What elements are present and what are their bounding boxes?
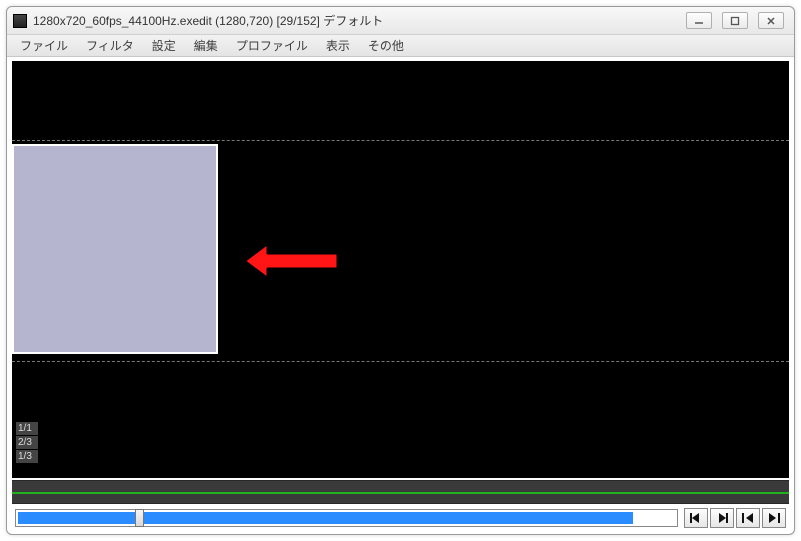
jump-start-icon [741, 512, 755, 524]
layer-indicators: 1/1 2/3 1/3 [16, 422, 38, 464]
minimize-icon [694, 16, 704, 26]
guide-line-bottom [12, 361, 789, 362]
step-forward-button[interactable] [710, 508, 734, 528]
seekbar[interactable] [15, 509, 678, 527]
preview-object-square [12, 144, 218, 354]
menu-view[interactable]: 表示 [319, 35, 357, 56]
maximize-icon [730, 16, 740, 26]
jump-start-button[interactable] [736, 508, 760, 528]
timeline-bar[interactable] [12, 480, 789, 504]
seek-fill [18, 512, 633, 524]
indicator-3: 1/3 [16, 450, 38, 464]
indicator-2: 2/3 [16, 436, 38, 450]
step-forward-icon [715, 512, 729, 524]
menu-filter[interactable]: フィルタ [79, 35, 141, 56]
jump-end-button[interactable] [762, 508, 786, 528]
preview-viewport[interactable]: 1/1 2/3 1/3 [12, 61, 789, 478]
app-window: 1280x720_60fps_44100Hz.exedit (1280,720)… [6, 6, 795, 535]
menu-edit[interactable]: 編集 [187, 35, 225, 56]
titlebar: 1280x720_60fps_44100Hz.exedit (1280,720)… [7, 7, 794, 35]
step-back-icon [689, 512, 703, 524]
close-icon [766, 16, 776, 26]
playback-buttons [684, 508, 786, 528]
indicator-1: 1/1 [16, 422, 38, 436]
window-title: 1280x720_60fps_44100Hz.exedit (1280,720)… [33, 12, 686, 29]
menu-setting[interactable]: 設定 [145, 35, 183, 56]
seek-handle[interactable] [135, 509, 144, 527]
window-controls [686, 12, 784, 29]
menubar: ファイル フィルタ 設定 編集 プロファイル 表示 その他 [7, 35, 794, 57]
app-icon [13, 14, 27, 28]
step-back-button[interactable] [684, 508, 708, 528]
maximize-button[interactable] [722, 12, 748, 29]
jump-end-icon [767, 512, 781, 524]
menu-file[interactable]: ファイル [13, 35, 75, 56]
menu-other[interactable]: その他 [361, 35, 411, 56]
timeline-track [12, 492, 789, 494]
close-button[interactable] [758, 12, 784, 29]
guide-line-top [12, 140, 789, 141]
menu-profile[interactable]: プロファイル [229, 35, 315, 56]
bottom-controls [7, 504, 794, 534]
arrow-left-icon [238, 237, 348, 285]
minimize-button[interactable] [686, 12, 712, 29]
